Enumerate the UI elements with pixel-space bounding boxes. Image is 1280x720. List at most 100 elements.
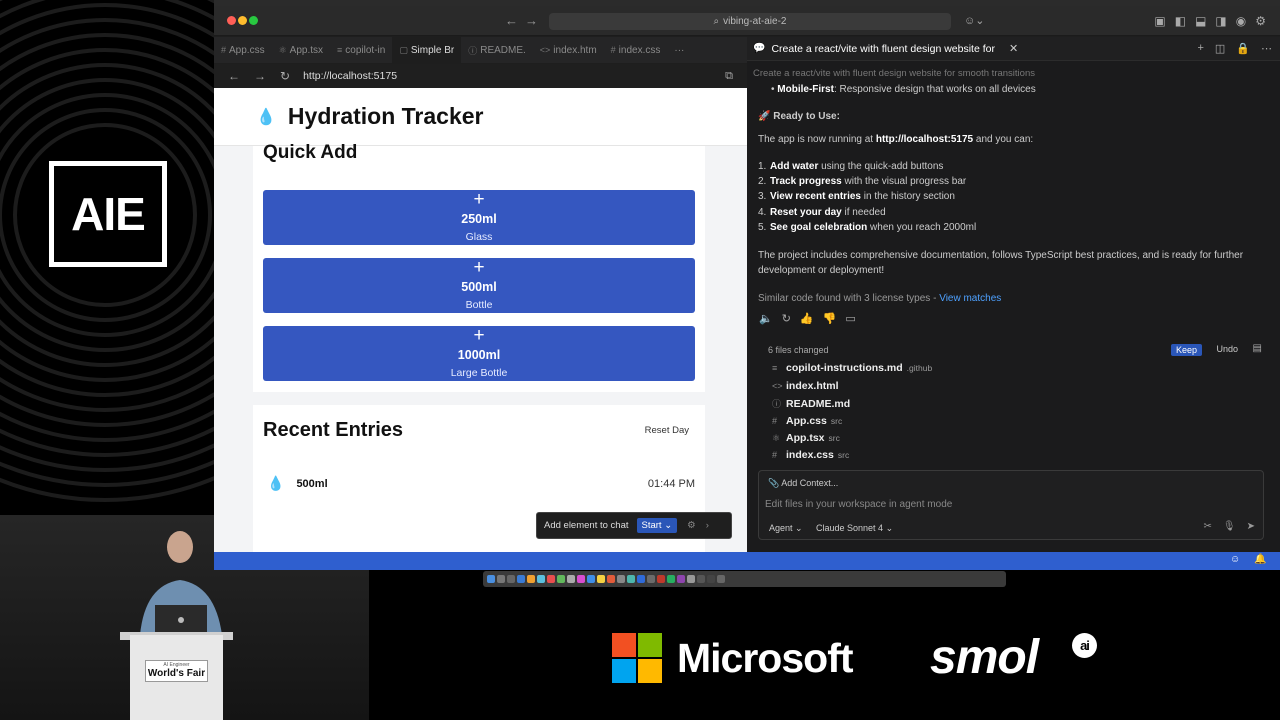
model-picker[interactable]: Claude Sonnet 4 ⌄	[816, 523, 893, 534]
feedback-icon[interactable]: ▭	[845, 312, 855, 325]
maximize-window-button[interactable]	[249, 16, 258, 25]
dock-app-icon[interactable]	[677, 575, 685, 583]
smol-ai-logo: smol ai	[930, 630, 1097, 685]
add-context-button[interactable]: 📎 Add Context...	[768, 478, 838, 489]
mode-picker[interactable]: Agent ⌄	[769, 523, 803, 534]
close-window-button[interactable]	[227, 16, 236, 25]
file-name: index.css	[786, 449, 834, 461]
dock-app-icon[interactable]	[617, 575, 625, 583]
dock-app-icon[interactable]	[507, 575, 515, 583]
toggle-sidebar-icon[interactable]: ◧	[1175, 14, 1186, 28]
bullet-mobile-bold: Mobile-First	[777, 84, 834, 95]
dock-app-icon[interactable]	[497, 575, 505, 583]
read-aloud-icon[interactable]: 🔈	[759, 312, 773, 325]
browser-forward-icon[interactable]: →	[254, 69, 266, 83]
changed-file[interactable]: ≡ copilot-instructions.md .github	[772, 362, 932, 374]
more-icon[interactable]: ⋯	[1261, 42, 1272, 55]
add-250ml-button[interactable]: + 250ml Glass	[263, 190, 695, 245]
changed-file[interactable]: # App.css src	[772, 415, 842, 427]
changed-file[interactable]: ⓘ README.md	[772, 397, 854, 410]
tab-index-css[interactable]: # index.css	[604, 37, 668, 63]
response-actions: 🔈 ↻ 👍 👎 ▭	[759, 312, 856, 325]
file-name: README.md	[786, 398, 851, 410]
forward-icon[interactable]: →	[525, 13, 538, 28]
dock-app-icon[interactable]	[547, 575, 555, 583]
dock-app-icon[interactable]	[557, 575, 565, 583]
lock-icon[interactable]: 🔒	[1236, 42, 1250, 55]
retry-icon[interactable]: ↻	[782, 312, 791, 325]
thumbs-down-icon[interactable]: 👎	[823, 312, 837, 325]
changed-file[interactable]: ⚛ App.tsx src	[772, 432, 840, 444]
dock-app-icon[interactable]	[647, 575, 655, 583]
copilot-icon[interactable]: ☺⌄	[964, 14, 984, 27]
editor-tabs: # App.css ⚛ App.tsx ≡ copilot-in ▢ Simple Br…	[214, 37, 747, 63]
chevron-right-icon[interactable]: ›	[706, 520, 709, 531]
tab-simple-browser[interactable]: ▢ Simple Br	[392, 37, 462, 63]
browser-back-icon[interactable]: ←	[228, 69, 240, 83]
dock-app-icon[interactable]	[707, 575, 715, 583]
step-bold: Track progress	[770, 176, 842, 187]
more-tabs-button[interactable]: ···	[667, 37, 691, 63]
add-element-toolbar: Add element to chat Start ⌄ ⚙ ›	[536, 512, 732, 539]
open-external-icon[interactable]: ⧉	[725, 70, 733, 83]
dock-trash-icon[interactable]	[717, 575, 725, 583]
dock-app-icon[interactable]	[607, 575, 615, 583]
reload-icon[interactable]: ↻	[280, 69, 290, 83]
dock-app-icon[interactable]	[567, 575, 575, 583]
send-icon[interactable]: ➤	[1247, 521, 1255, 532]
notifications-icon[interactable]: 🔔	[1254, 554, 1266, 565]
add-1000ml-button[interactable]: + 1000ml Large Bottle	[263, 326, 695, 381]
tab-app-css[interactable]: # App.css	[214, 37, 272, 63]
tab-copilot-instructions[interactable]: ≡ copilot-in	[330, 37, 392, 63]
dock-app-icon[interactable]	[577, 575, 585, 583]
dock-app-icon[interactable]	[627, 575, 635, 583]
close-icon[interactable]: ✕	[1009, 42, 1018, 55]
undo-button[interactable]: Undo	[1216, 344, 1238, 354]
add-500ml-button[interactable]: + 500ml Bottle	[263, 258, 695, 313]
command-center-search[interactable]: ⌕ vibing-at-aie-2	[549, 13, 951, 30]
diff-icon[interactable]: ▤	[1253, 343, 1262, 354]
smol-ai-badge: ai	[1072, 633, 1097, 658]
dock-app-icon[interactable]	[517, 575, 525, 583]
dock-app-icon[interactable]	[527, 575, 535, 583]
dock-app-icon[interactable]	[687, 575, 695, 583]
changed-file[interactable]: # index.css src	[772, 449, 849, 461]
dock-app-icon[interactable]	[697, 575, 705, 583]
dock-app-icon[interactable]	[657, 575, 665, 583]
step-number: 3.	[758, 191, 767, 202]
step-rest: in the history section	[860, 191, 955, 202]
minimize-window-button[interactable]	[238, 16, 247, 25]
layout-icon[interactable]: ▣	[1154, 14, 1165, 28]
account-icon[interactable]: ◉	[1236, 14, 1246, 28]
new-chat-icon[interactable]: +	[1197, 42, 1203, 55]
amount-label: 250ml	[461, 212, 497, 226]
reset-day-button[interactable]: Reset Day	[645, 425, 689, 436]
toggle-secondary-sidebar-icon[interactable]: ◨	[1215, 14, 1226, 28]
tools-icon[interactable]: ✂	[1204, 521, 1212, 532]
dock-app-icon[interactable]	[597, 575, 605, 583]
changed-file[interactable]: <> index.html	[772, 380, 843, 392]
dock-app-icon[interactable]	[667, 575, 675, 583]
microphone-icon[interactable]: 🎙	[1223, 521, 1236, 532]
view-matches-link[interactable]: View matches	[939, 293, 1001, 304]
gear-icon[interactable]: ⚙	[687, 520, 696, 531]
tab-readme[interactable]: ⓘ README.	[461, 37, 533, 63]
toggle-panel-icon[interactable]: ⬓	[1195, 14, 1206, 28]
copilot-status-icon[interactable]: ☺	[1230, 554, 1240, 565]
bullet-mobile-rest: : Responsive design that works on all de…	[833, 84, 1036, 95]
gear-icon[interactable]: ⚙	[1255, 14, 1266, 28]
tab-index-html[interactable]: <> index.htm	[533, 37, 604, 63]
start-button[interactable]: Start ⌄	[636, 518, 678, 533]
dock-app-icon[interactable]	[587, 575, 595, 583]
dock-finder-icon[interactable]	[487, 575, 495, 583]
back-icon[interactable]: ←	[505, 13, 518, 28]
localhost-link[interactable]: http://localhost:5175	[876, 134, 973, 145]
tab-app-tsx[interactable]: ⚛ App.tsx	[272, 37, 330, 63]
thumbs-up-icon[interactable]: 👍	[800, 312, 814, 325]
chat-input[interactable]: Edit files in your workspace in agent mo…	[765, 499, 952, 510]
split-icon[interactable]: ◫	[1215, 42, 1225, 55]
keep-button[interactable]: Keep	[1170, 344, 1202, 356]
dock-app-icon[interactable]	[537, 575, 545, 583]
url-input[interactable]: http://localhost:5175	[303, 70, 397, 82]
dock-vscode-icon[interactable]	[637, 575, 645, 583]
